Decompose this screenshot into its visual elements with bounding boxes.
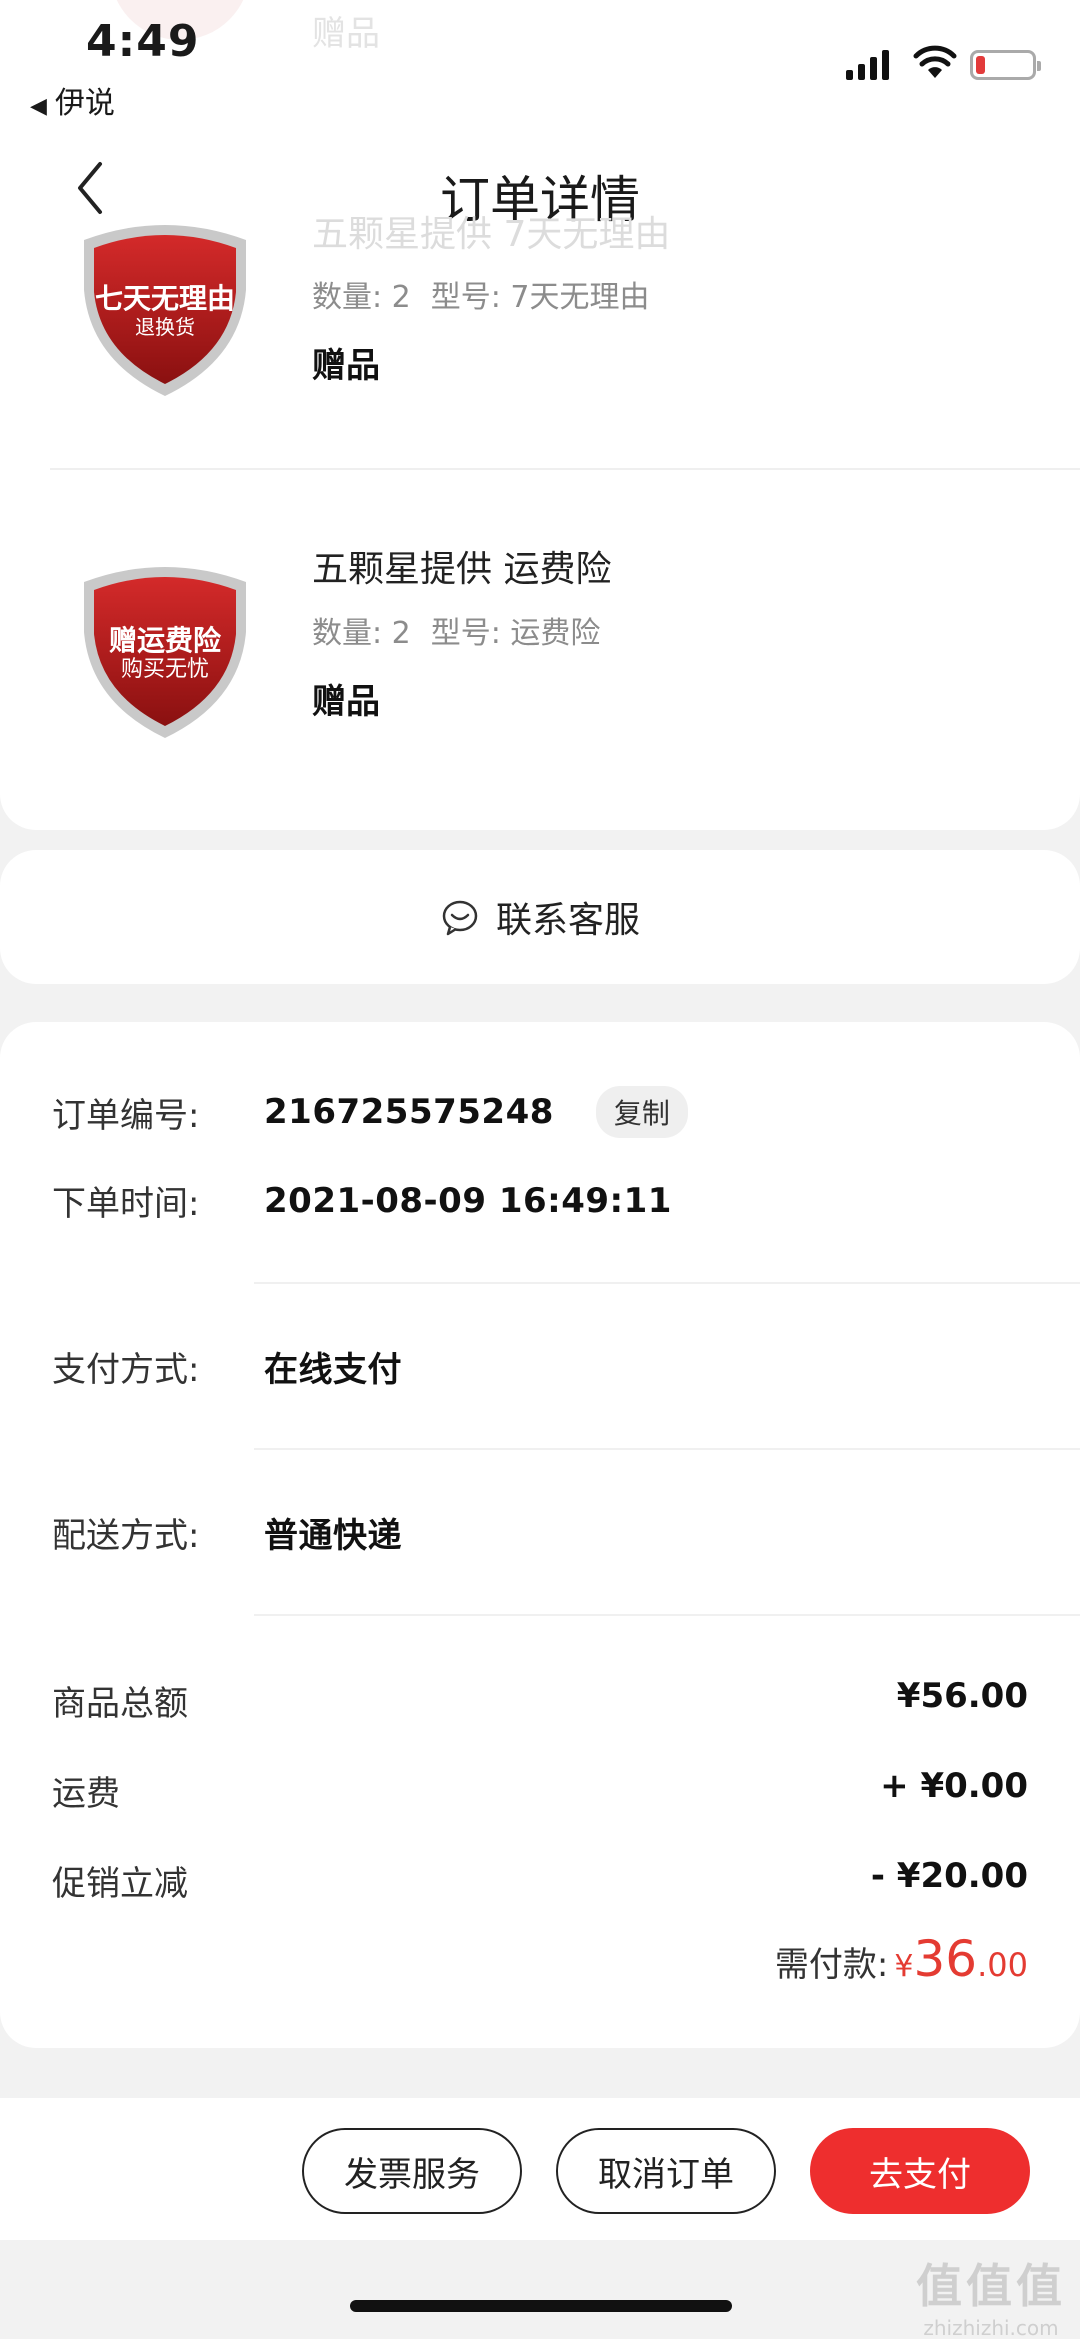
payment-method-row: 支付方式: 在线支付: [52, 1342, 1028, 1391]
watermark-url: zhizhizhi.com: [923, 2316, 1059, 2339]
customer-service-card: 联系客服: [0, 850, 1080, 984]
contact-service-button[interactable]: 联系客服: [440, 891, 640, 943]
shipping-fee-label: 运费: [52, 1774, 120, 1814]
divider: [50, 468, 1080, 470]
order-time-value: 2021-08-09 16:49:11: [264, 1180, 672, 1221]
chat-smile-icon: [442, 900, 478, 936]
discount-value: - ¥20.00: [870, 1856, 1028, 1896]
gift-tag: 赠品: [312, 682, 380, 722]
goods-total-value: ¥56.00: [896, 1676, 1028, 1716]
item-model: 型号: 运费险: [430, 616, 601, 651]
shipping-insurance-badge: 赠运费险 购买无忧: [84, 567, 246, 738]
contact-service-label: 联系客服: [495, 900, 640, 941]
item-name: 五颗星提供 运费险: [312, 549, 612, 590]
delivery-method-label: 配送方式:: [52, 1516, 200, 1556]
item-quantity: 数量: 2: [312, 616, 411, 651]
cancel-order-button[interactable]: 取消订单: [556, 2128, 776, 2214]
payable-integer: 36: [913, 1930, 978, 1988]
divider: [254, 1614, 1080, 1616]
goods-total-label: 商品总额: [52, 1684, 188, 1724]
order-number-row: 订单编号: 216725575248 复制: [52, 1086, 1028, 1138]
watermark-logo: 值值值: [916, 2259, 1066, 2313]
bottom-action-bar: 发票服务 取消订单 去支付: [0, 2098, 1080, 2240]
badge-line2: 购买无忧: [121, 657, 209, 682]
discount-row: 促销立减 - ¥20.00: [52, 1856, 1028, 1905]
list-item[interactable]: 赠运费险 购买无忧 五颗星提供 运费险 数量: 2 型号: 运费险 赠品: [0, 0, 1080, 738]
order-number-value: 216725575248: [264, 1092, 554, 1132]
delivery-method-value: 普通快递: [264, 1516, 402, 1556]
item-meta: 数量: 2 型号: 运费险: [312, 608, 600, 652]
badge-line1: 赠运费险: [109, 624, 222, 657]
watermark: 值值值 zhizhizhi.com: [916, 2250, 1066, 2339]
copy-button[interactable]: 复制: [595, 1086, 688, 1138]
invoice-service-button[interactable]: 发票服务: [302, 2128, 522, 2214]
shipping-fee-value: + ¥0.00: [880, 1766, 1028, 1806]
gift-tag: 赠品: [312, 346, 380, 386]
payment-method-value: 在线支付: [264, 1350, 402, 1390]
pay-button[interactable]: 去支付: [810, 2128, 1030, 2214]
discount-label: 促销立减: [52, 1864, 188, 1904]
order-number-label: 订单编号:: [52, 1095, 200, 1136]
order-time-label: 下单时间:: [52, 1184, 200, 1224]
shipping-fee-row: 运费 + ¥0.00: [52, 1766, 1028, 1815]
payable-decimal: .00: [977, 1946, 1028, 1984]
product-card: 赠品 4:49 ◀伊说 订单详情 七天无理由 退换货 五颗星提供 7天无理由: [0, 0, 1080, 830]
delivery-method-row: 配送方式: 普通快递: [52, 1508, 1028, 1557]
divider: [254, 1448, 1080, 1450]
payable-total: 需付款: ¥ 36 .00: [775, 1930, 1028, 1988]
payable-currency: ¥: [894, 1949, 914, 1984]
divider: [254, 1282, 1080, 1284]
home-indicator: [350, 2300, 732, 2312]
goods-total-row: 商品总额 ¥56.00: [52, 1676, 1028, 1725]
payable-label: 需付款:: [774, 1945, 889, 1985]
order-time-row: 下单时间: 2021-08-09 16:49:11: [52, 1176, 1028, 1225]
payment-method-label: 支付方式:: [52, 1350, 200, 1390]
